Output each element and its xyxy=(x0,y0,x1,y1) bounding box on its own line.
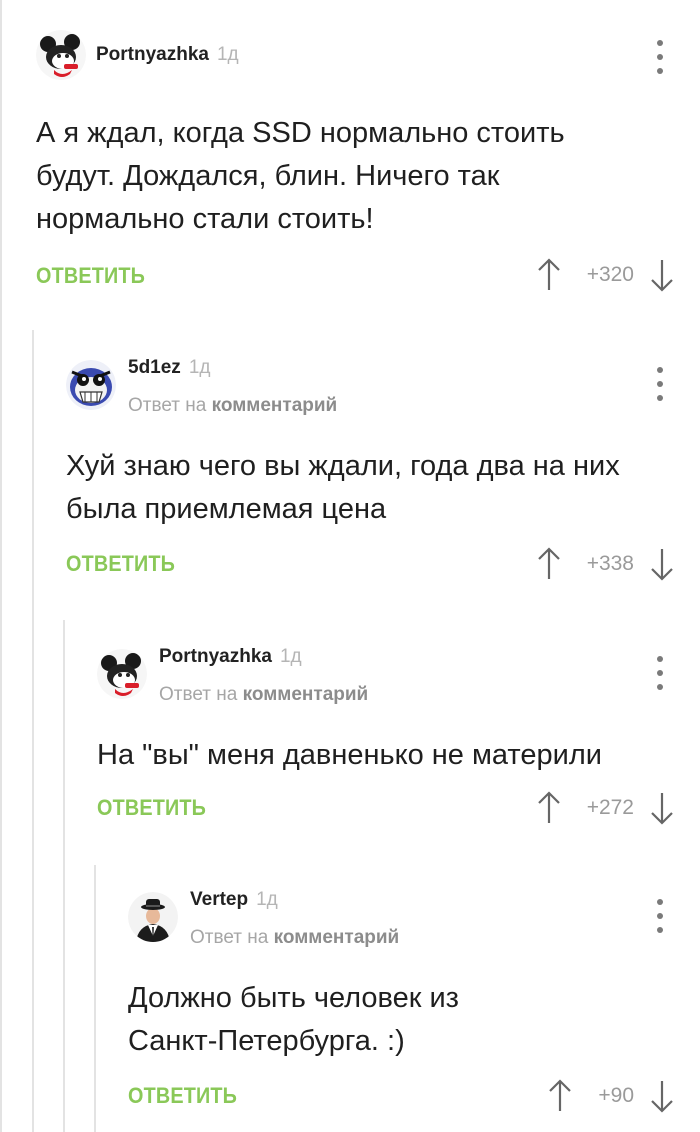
more-menu-icon[interactable] xyxy=(655,367,665,401)
vote-controls: +272 xyxy=(537,788,674,828)
comment-text: А я ждал, когда SSD нормально стоить буд… xyxy=(36,117,565,235)
avatar[interactable] xyxy=(128,892,178,942)
upvote-arrow-icon[interactable] xyxy=(537,258,561,292)
upvote-arrow-icon[interactable] xyxy=(548,1079,572,1113)
reply-button[interactable]: ОТВЕТИТЬ xyxy=(36,263,145,289)
rating-value: +272 xyxy=(586,796,634,819)
thread-line xyxy=(0,0,2,1132)
reply-button[interactable]: ОТВЕТИТЬ xyxy=(128,1083,237,1109)
downvote-arrow-icon[interactable] xyxy=(650,1079,674,1113)
man-in-hat-avatar-icon xyxy=(128,892,178,942)
mouse-avatar-icon xyxy=(36,30,86,80)
mouse-avatar-icon xyxy=(97,649,147,699)
downvote-arrow-icon[interactable] xyxy=(650,791,674,825)
comment-text: На "вы" меня давненько не материли xyxy=(97,739,602,771)
comment-time: 1д xyxy=(188,357,211,378)
comment: Portnyazhka 1д Ответ на комментарий На "в… xyxy=(97,644,700,844)
downvote-arrow-icon[interactable] xyxy=(650,258,674,292)
reply-to-line: Ответ на комментарий xyxy=(159,684,369,705)
more-menu-icon[interactable] xyxy=(655,899,665,933)
author-name[interactable]: Portnyazhka 1д xyxy=(96,44,239,66)
more-menu-icon[interactable] xyxy=(655,40,665,74)
avatar[interactable] xyxy=(36,30,86,80)
comment-time: 1д xyxy=(216,44,239,65)
author-name[interactable]: 5d1ez 1д xyxy=(128,357,210,379)
parent-comment-link[interactable]: комментарий xyxy=(212,395,338,416)
comment-text: Хуй знаю чего вы ждали, года два на них … xyxy=(66,450,620,525)
comment-time: 1д xyxy=(279,646,302,667)
parent-comment-link[interactable]: комментарий xyxy=(243,684,369,705)
reply-to-line: Ответ на комментарий xyxy=(190,927,400,948)
rating-value: +90 xyxy=(598,1084,634,1107)
upvote-arrow-icon[interactable] xyxy=(537,547,561,581)
comment-time: 1д xyxy=(256,889,278,910)
reply-to-line: Ответ на комментарий xyxy=(128,395,338,416)
avatar[interactable] xyxy=(66,360,116,410)
bird-avatar-icon xyxy=(66,360,116,410)
author-name[interactable]: Vertep 1д xyxy=(190,889,278,911)
avatar[interactable] xyxy=(97,649,147,699)
thread-line xyxy=(94,865,96,1132)
comment-text: Должно быть человек из Санкт-Петербурга.… xyxy=(128,982,459,1057)
reply-button[interactable]: ОТВЕТИТЬ xyxy=(97,795,206,821)
downvote-arrow-icon[interactable] xyxy=(650,547,674,581)
comment: 5d1ez 1д Ответ на комментарий Хуй знаю че… xyxy=(66,355,700,595)
vote-controls: +320 xyxy=(537,255,674,295)
comment: Vertep 1д Ответ на комментарий Должно быт… xyxy=(128,887,700,1127)
reply-button[interactable]: ОТВЕТИТЬ xyxy=(66,551,175,577)
upvote-arrow-icon[interactable] xyxy=(537,791,561,825)
author-name[interactable]: Portnyazhka 1д xyxy=(159,646,302,668)
rating-value: +338 xyxy=(586,552,634,575)
thread-line xyxy=(32,330,34,1132)
comment: Portnyazhka 1д А я ждал, когда SSD нормал… xyxy=(36,30,700,300)
vote-controls: +90 xyxy=(548,1076,674,1116)
parent-comment-link[interactable]: комментарий xyxy=(274,927,400,948)
vote-controls: +338 xyxy=(537,544,674,584)
more-menu-icon[interactable] xyxy=(655,656,665,690)
thread-line xyxy=(63,620,65,1132)
rating-value: +320 xyxy=(586,263,634,286)
